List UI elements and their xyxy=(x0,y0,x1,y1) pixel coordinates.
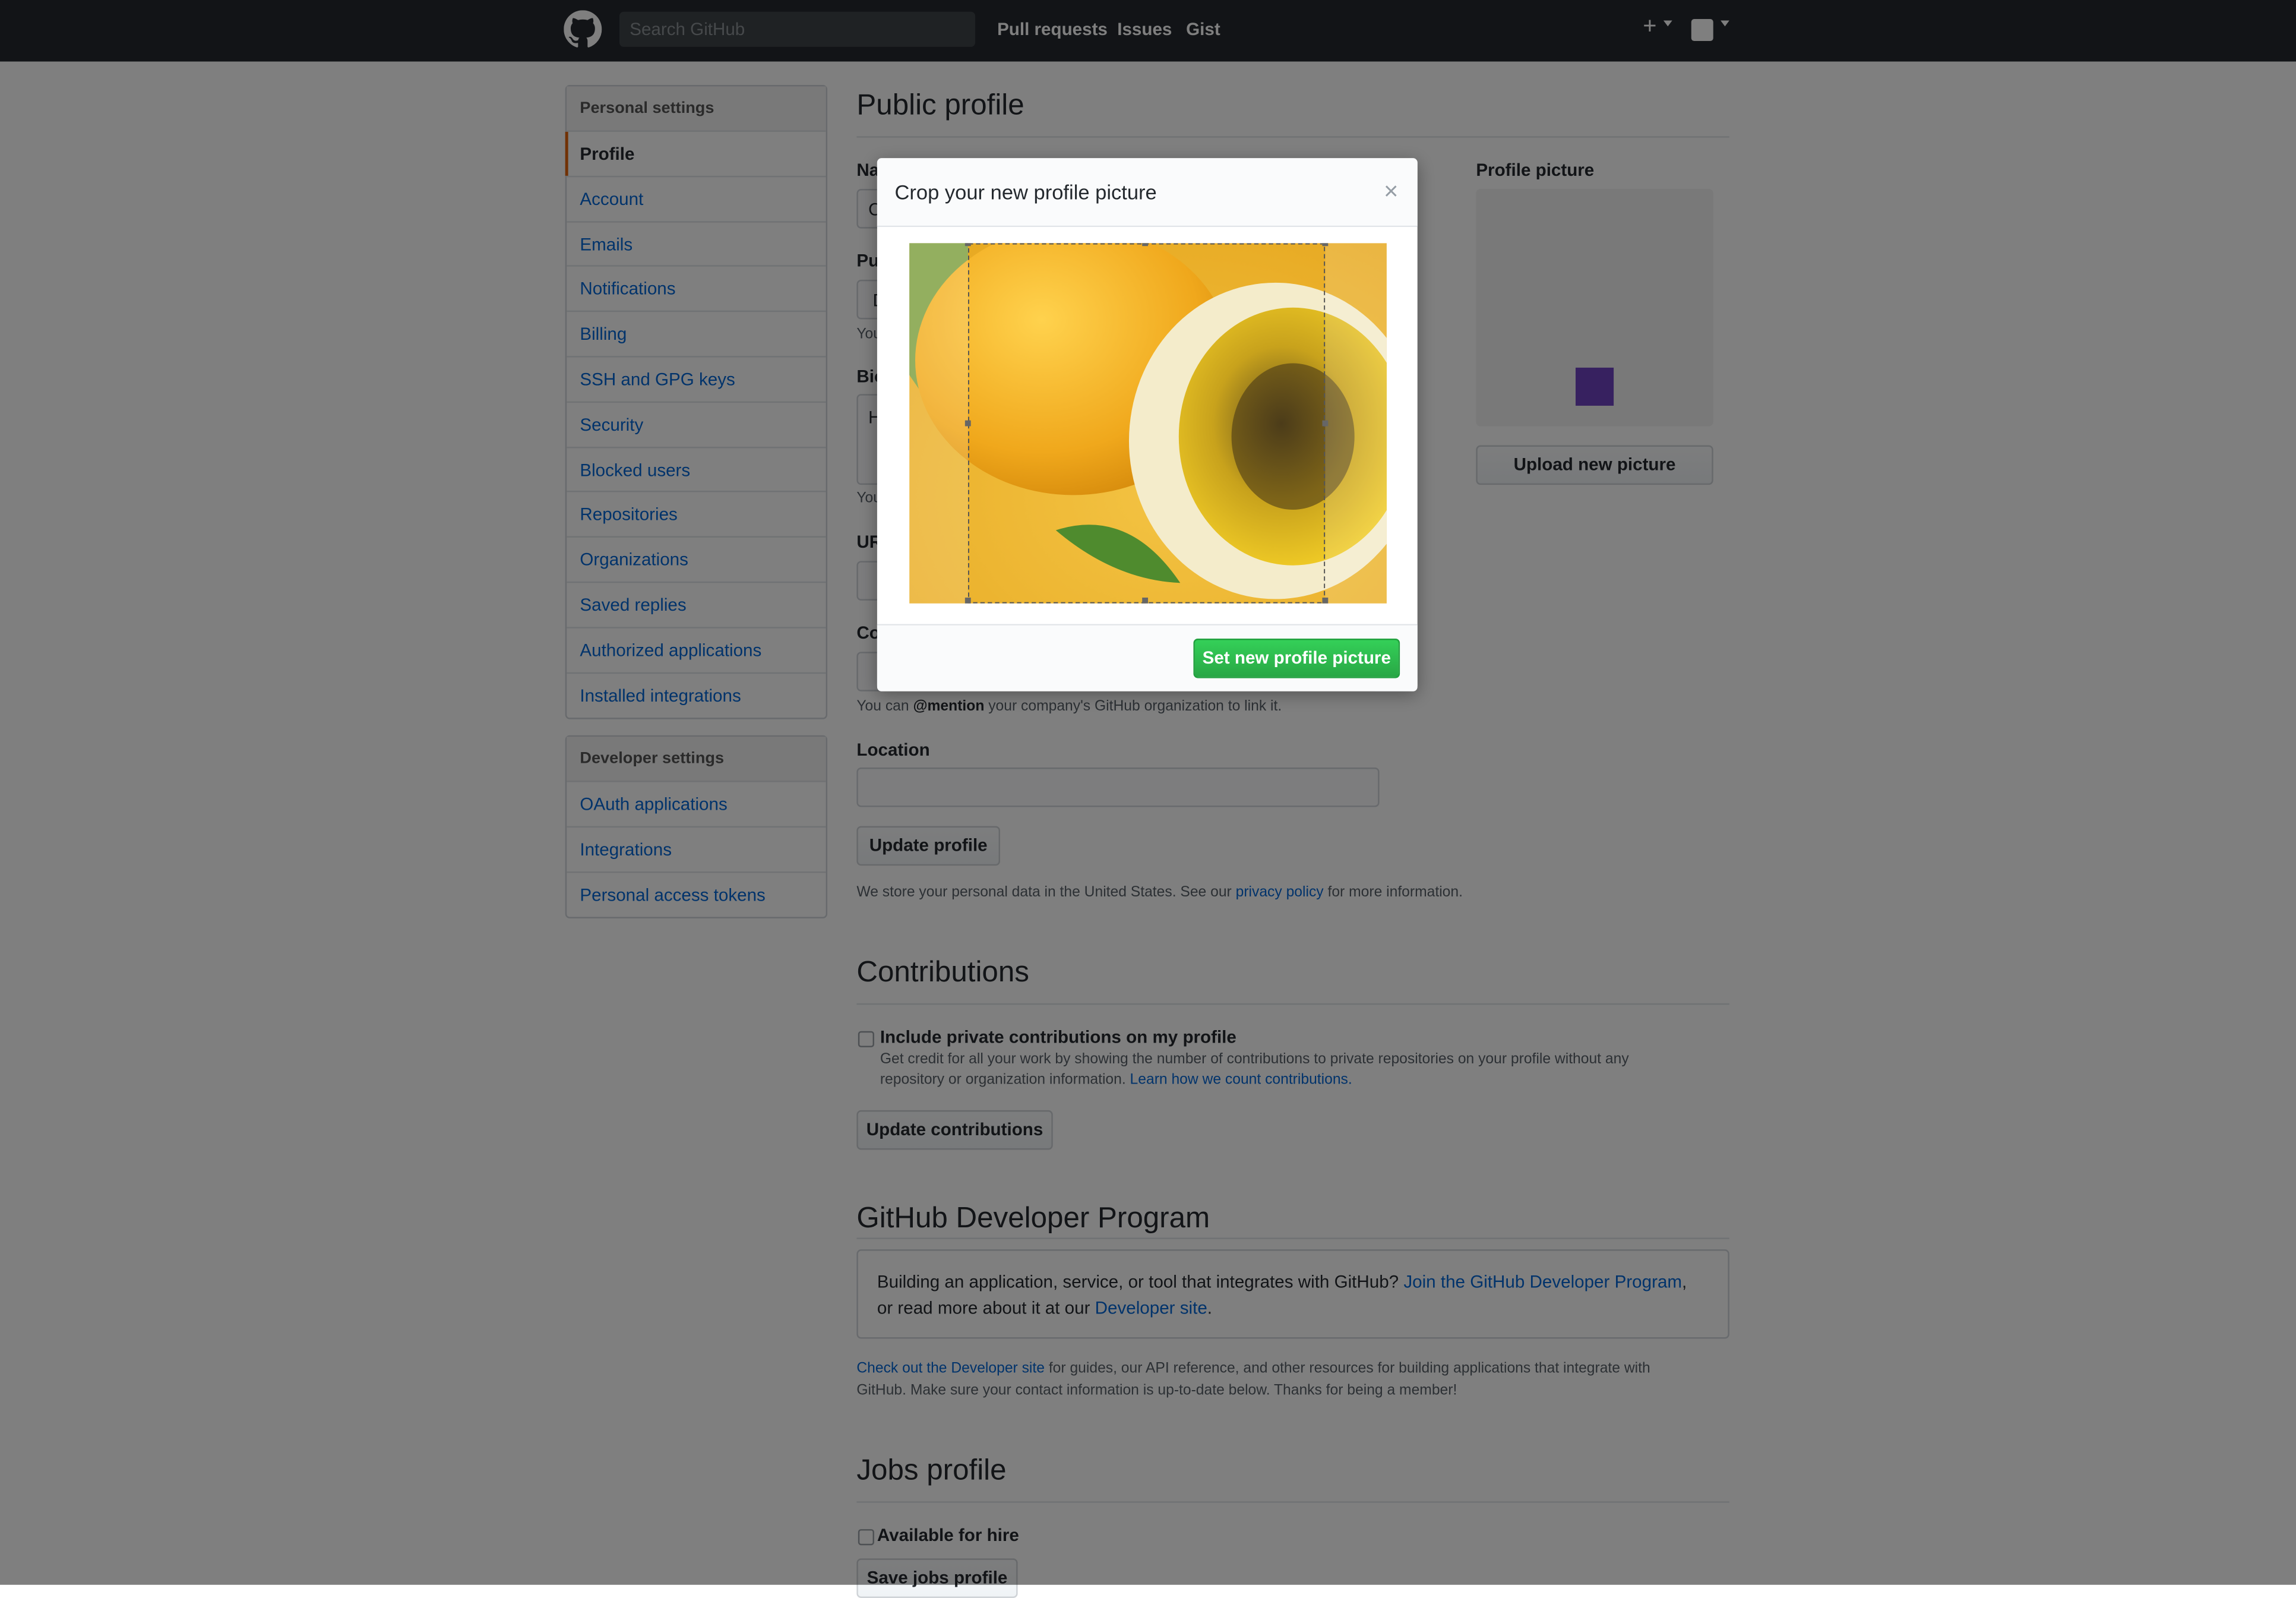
close-icon[interactable]: × xyxy=(1384,177,1399,206)
crop-image[interactable] xyxy=(909,243,1387,604)
set-profile-picture-button[interactable]: Set new profile picture xyxy=(1193,639,1400,678)
dialog-header: Crop your new profile picture × xyxy=(877,158,1418,228)
crop-picture-dialog: Crop your new profile picture × xyxy=(877,158,1418,691)
page-root: Pull requests Issues Gist + Personal set… xyxy=(0,0,2296,1598)
dialog-title: Crop your new profile picture xyxy=(894,180,1157,204)
